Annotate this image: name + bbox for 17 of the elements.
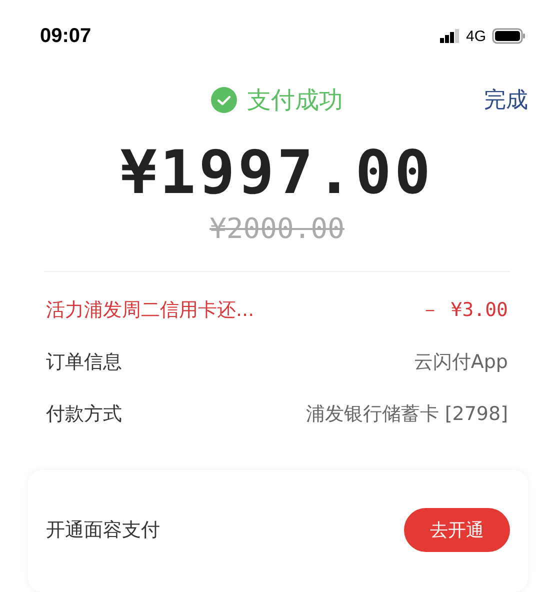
discount-label: 活力浦发周二信用卡还...	[46, 298, 254, 323]
discount-value: － ¥3.00	[420, 298, 508, 323]
payment-success-title: 支付成功	[247, 85, 343, 116]
detail-value: 云闪付App	[414, 350, 508, 375]
battery-icon	[492, 28, 526, 44]
face-pay-label: 开通面容支付	[46, 518, 160, 543]
detail-label: 订单信息	[46, 350, 122, 375]
enable-button[interactable]: 去开通	[404, 508, 510, 552]
done-link[interactable]: 完成	[484, 85, 528, 115]
original-amount: ¥2000.00	[208, 212, 346, 245]
detail-label: 付款方式	[46, 402, 122, 427]
detail-value: 浦发银行储蓄卡 [2798]	[306, 402, 508, 427]
status-time: 09:07	[40, 24, 92, 48]
paid-amount: ¥1997.00	[120, 138, 434, 208]
signal-icon	[440, 29, 460, 43]
network-label: 4G	[466, 28, 486, 44]
check-circle-icon	[211, 87, 237, 113]
